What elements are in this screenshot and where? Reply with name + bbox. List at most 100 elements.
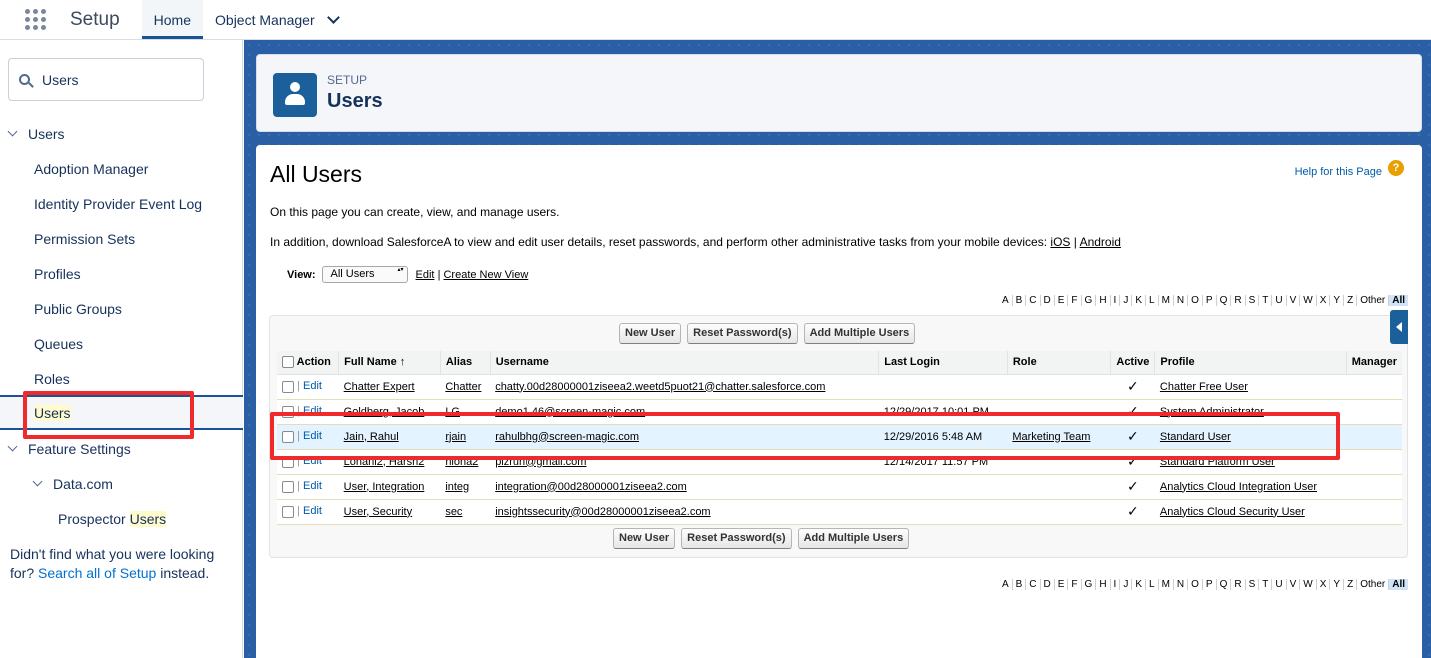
alphabet-filter-link[interactable]: P (1203, 579, 1217, 590)
row-checkbox[interactable] (282, 430, 294, 443)
sidebar-item-users[interactable]: Users (0, 395, 243, 430)
reset-password-button[interactable]: Reset Password(s) (681, 528, 792, 549)
username-link[interactable]: demo1.46@screen-magic.com (495, 406, 645, 418)
profile-link[interactable]: Analytics Cloud Integration User (1160, 481, 1317, 493)
alias-link[interactable]: sec (445, 506, 462, 518)
sidebar-item-profiles[interactable]: Profiles (0, 256, 243, 291)
search-all-setup-link[interactable]: Search all of Setup (38, 565, 156, 581)
help-link[interactable]: Help for this Page (1295, 166, 1382, 178)
select-all-checkbox[interactable] (282, 356, 294, 369)
column-alias[interactable]: Alias (439, 351, 491, 375)
alias-link[interactable]: LG (445, 406, 460, 418)
alphabet-filter-link[interactable]: T (1259, 295, 1273, 306)
alphabet-filter-link[interactable]: D (1041, 579, 1055, 590)
full-name-link[interactable]: Jain, Rahul (344, 431, 399, 443)
row-checkbox[interactable] (282, 405, 294, 418)
help-icon[interactable]: ? (1388, 160, 1404, 176)
add-multiple-users-button[interactable]: Add Multiple Users (803, 323, 916, 344)
full-name-link[interactable]: Lohani2, Harsh2 (344, 456, 425, 468)
sidebar-item-prospector-users[interactable]: Prospector Users (0, 501, 243, 536)
new-user-button[interactable]: New User (613, 528, 676, 549)
alphabet-filter-link[interactable]: Q (1217, 579, 1232, 590)
alphabet-filter-link[interactable]: K (1132, 579, 1146, 590)
row-checkbox[interactable] (282, 380, 294, 393)
alphabet-filter-link[interactable]: O (1188, 295, 1203, 306)
alphabet-filter-link[interactable]: All (1389, 579, 1408, 590)
alphabet-filter-link[interactable]: O (1188, 579, 1203, 590)
alphabet-filter-link[interactable]: W (1300, 295, 1317, 306)
column-role[interactable]: Role (1006, 351, 1111, 375)
column-manager[interactable]: Manager (1345, 351, 1402, 375)
alphabet-filter-link[interactable]: E (1055, 579, 1069, 590)
row-checkbox[interactable] (282, 505, 294, 518)
full-name-link[interactable]: Chatter Expert (344, 381, 415, 393)
alphabet-filter-link[interactable]: P (1203, 295, 1217, 306)
alphabet-filter-link[interactable]: C (1026, 579, 1041, 590)
full-name-link[interactable]: User, Integration (344, 481, 425, 493)
alphabet-filter-link[interactable]: H (1096, 295, 1111, 306)
alphabet-filter-link[interactable]: B (1013, 295, 1027, 306)
edit-view-link[interactable]: Edit (416, 269, 435, 281)
alphabet-filter-link[interactable]: E (1055, 295, 1069, 306)
tree-node-feature-settings[interactable]: Feature Settings (0, 431, 243, 466)
ios-link[interactable]: iOS (1050, 235, 1070, 249)
collapse-sidebar-tab[interactable] (1390, 310, 1408, 344)
profile-link[interactable]: Standard Platform User (1160, 456, 1275, 468)
sidebar-item-adoption-manager[interactable]: Adoption Manager (0, 151, 243, 186)
alias-link[interactable]: hloha2 (445, 456, 478, 468)
alphabet-filter-link[interactable]: F (1068, 295, 1082, 306)
view-select[interactable]: All Users (321, 266, 408, 283)
alphabet-filter-link[interactable]: Z (1344, 579, 1358, 590)
username-link[interactable]: rahulbhg@screen-magic.com (495, 431, 639, 443)
app-launcher-icon[interactable] (0, 0, 70, 39)
column-active[interactable]: Active (1110, 351, 1155, 375)
alphabet-filter-link[interactable]: Q (1217, 295, 1232, 306)
sidebar-item-queues[interactable]: Queues (0, 326, 243, 361)
profile-link[interactable]: Analytics Cloud Security User (1160, 506, 1305, 518)
column-profile[interactable]: Profile (1154, 351, 1347, 375)
add-multiple-users-button[interactable]: Add Multiple Users (797, 528, 910, 549)
alphabet-filter-link[interactable]: A (999, 579, 1013, 590)
row-checkbox[interactable] (282, 455, 294, 468)
username-link[interactable]: insightssecurity@00d28000001ziseea2.com (495, 506, 710, 518)
alphabet-filter-link[interactable]: L (1146, 579, 1159, 590)
chevron-down-icon[interactable] (326, 11, 340, 24)
alphabet-filter-link[interactable]: M (1159, 295, 1174, 306)
alphabet-filter-link[interactable]: J (1120, 295, 1133, 306)
alphabet-filter-link[interactable]: H (1096, 579, 1111, 590)
tab-home[interactable]: Home (141, 0, 204, 39)
alphabet-filter-link[interactable]: G (1082, 579, 1097, 590)
edit-link[interactable]: Edit (303, 380, 322, 392)
alphabet-filter-link[interactable]: X (1317, 579, 1331, 590)
sidebar-item-public-groups[interactable]: Public Groups (0, 291, 243, 326)
alphabet-filter-link[interactable]: J (1120, 579, 1133, 590)
alias-link[interactable]: rjain (445, 431, 466, 443)
alphabet-filter-link[interactable]: U (1272, 295, 1287, 306)
expand-caret-icon[interactable] (32, 476, 43, 487)
edit-link[interactable]: Edit (303, 430, 322, 442)
alphabet-filter-link[interactable]: X (1317, 295, 1331, 306)
profile-link[interactable]: Standard User (1160, 431, 1231, 443)
alphabet-filter-link[interactable]: Y (1330, 295, 1345, 306)
expand-caret-icon[interactable] (7, 126, 18, 137)
alphabet-filter-link[interactable]: C (1026, 295, 1041, 306)
alphabet-filter-link[interactable]: I (1111, 579, 1121, 590)
alphabet-filter-link[interactable]: L (1146, 295, 1159, 306)
alphabet-filter-link[interactable]: W (1300, 579, 1317, 590)
column-full-name[interactable]: Full Name ↑ (338, 351, 441, 375)
reset-password-button[interactable]: Reset Password(s) (687, 323, 798, 344)
alphabet-filter-link[interactable]: K (1132, 295, 1146, 306)
edit-link[interactable]: Edit (303, 505, 322, 517)
edit-link[interactable]: Edit (303, 480, 322, 492)
alphabet-filter-link[interactable]: V (1287, 579, 1301, 590)
quick-find-input[interactable]: Users (8, 58, 204, 101)
sidebar-item-roles[interactable]: Roles (0, 361, 243, 396)
alphabet-filter-link[interactable]: Other (1357, 295, 1390, 306)
alphabet-filter-link[interactable]: U (1272, 579, 1287, 590)
alphabet-filter-link[interactable]: R (1231, 579, 1246, 590)
alphabet-filter-link[interactable]: S (1246, 579, 1260, 590)
row-checkbox[interactable] (282, 480, 294, 493)
alphabet-filter-link[interactable]: T (1259, 579, 1273, 590)
role-link[interactable]: Marketing Team (1012, 431, 1090, 443)
username-link[interactable]: pizrun@gmail.com (495, 456, 586, 468)
